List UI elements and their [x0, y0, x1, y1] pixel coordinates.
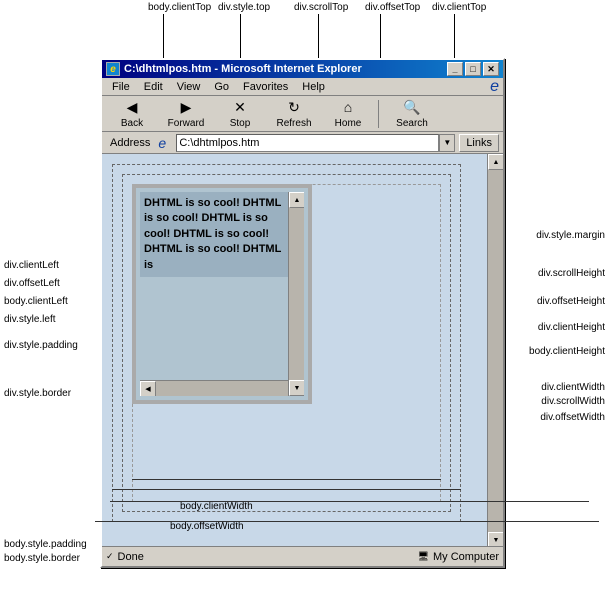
annotation-div-offset-left: div.offsetLeft	[4, 278, 60, 289]
diagram-container: body.clientTop div.style.top div.scrollT…	[0, 0, 609, 602]
scroll-up-btn[interactable]: ▲	[289, 192, 304, 208]
forward-button[interactable]: ▶ Forward	[160, 98, 212, 130]
forward-icon: ▶	[175, 98, 197, 116]
vline-div-offset-top	[380, 14, 381, 62]
menu-favorites[interactable]: Favorites	[237, 79, 294, 95]
stop-icon: ✕	[229, 98, 251, 116]
div-text-content: DHTML is so cool! DHTML is so cool! DHTM…	[140, 192, 288, 277]
ie-scrollbar-v[interactable]: ▲ ▼	[487, 154, 503, 548]
maximize-button[interactable]: □	[465, 62, 481, 76]
ie-address-bar: Address e C:\dhtmlpos.htm ▼ Links	[102, 132, 503, 154]
ie-logo: e	[490, 78, 499, 96]
computer-icon: 🖥	[418, 551, 429, 562]
ie-statusbar: ✓ Done 🖥 My Computer	[102, 546, 503, 566]
home-button[interactable]: ⌂ Home	[322, 98, 374, 130]
div-scrollbar-v[interactable]: ▲ ▼	[288, 192, 304, 396]
ie-titlebar-left: e C:\dhtmlpos.htm - Microsoft Internet E…	[106, 62, 362, 76]
annotation-div-offset-top: div.offsetTop	[365, 2, 420, 13]
scroll-track-v[interactable]	[289, 208, 304, 380]
annotation-div-style-top: div.style.top	[218, 2, 270, 13]
address-input[interactable]: C:\dhtmlpos.htm	[176, 134, 439, 152]
annotation-body-client-top: body.clientTop	[148, 2, 211, 13]
h-arrow-body-client-width	[110, 501, 589, 502]
menu-view[interactable]: View	[171, 79, 207, 95]
div-inner: ▲ ▼ ◀ ▶ DHTML is so cool! DHTML is s	[140, 192, 304, 396]
page-icon: e	[158, 135, 174, 151]
close-button[interactable]: ✕	[483, 62, 499, 76]
stop-button[interactable]: ✕ Stop	[214, 98, 266, 130]
h-measure-line-1	[132, 479, 441, 480]
annotation-div-scroll-top: div.scrollTop	[294, 2, 348, 13]
scroll-track-h[interactable]	[140, 381, 288, 396]
menu-go[interactable]: Go	[208, 79, 235, 95]
address-label: Address	[106, 137, 154, 149]
annotation-div-style-border: div.style.border	[4, 388, 71, 399]
links-button[interactable]: Links	[459, 134, 499, 152]
annotation-body-client-height: body.clientHeight	[529, 346, 605, 357]
scroll-left-btn[interactable]: ◀	[140, 381, 156, 396]
annotation-body-style-padding: body.style.padding	[4, 539, 87, 550]
scroll-down-btn[interactable]: ▼	[289, 380, 304, 396]
search-button[interactable]: 🔍 Search	[383, 98, 441, 130]
ie-title: C:\dhtmlpos.htm - Microsoft Internet Exp…	[124, 63, 362, 75]
annotation-div-client-height: div.clientHeight	[538, 322, 605, 333]
back-icon: ◀	[121, 98, 143, 116]
ie-content-inner: ▲ ▼ ◀ ▶ DHTML is so cool! DHTML is s	[102, 154, 487, 548]
vline-div-style-top	[240, 14, 241, 62]
vline-div-client-top	[454, 14, 455, 62]
annotation-div-scroll-width: div.scrollWidth	[541, 396, 605, 407]
toolbar-separator	[378, 100, 379, 128]
ie-scroll-track-v[interactable]	[488, 170, 503, 532]
annotation-div-client-left: div.clientLeft	[4, 260, 59, 271]
minimize-button[interactable]: _	[447, 62, 463, 76]
ie-titlebar: e C:\dhtmlpos.htm - Microsoft Internet E…	[102, 60, 503, 78]
menu-file[interactable]: File	[106, 79, 136, 95]
ie-scroll-up-btn[interactable]: ▲	[488, 154, 503, 170]
annotation-div-style-margin: div.style.margin	[536, 230, 605, 241]
annotation-body-client-left: body.clientLeft	[4, 296, 68, 307]
menu-help[interactable]: Help	[296, 79, 331, 95]
statusbar-right: 🖥 My Computer	[418, 551, 499, 563]
scrollable-div: ▲ ▼ ◀ ▶ DHTML is so cool! DHTML is s	[132, 184, 312, 404]
annotation-div-client-top2: div.clientTop	[432, 2, 486, 13]
ie-menubar: File Edit View Go Favorites Help e	[102, 78, 503, 96]
home-icon: ⌂	[337, 98, 359, 116]
vline-body-client-top	[163, 14, 164, 62]
annotation-div-offset-height: div.offsetHeight	[537, 296, 605, 307]
address-input-group: e C:\dhtmlpos.htm ▼	[158, 134, 455, 152]
menu-edit[interactable]: Edit	[138, 79, 169, 95]
refresh-button[interactable]: ↻ Refresh	[268, 98, 320, 130]
h-arrow-body-offset-width	[95, 521, 599, 522]
annotation-body-offset-width: body.offsetWidth	[170, 521, 244, 532]
ie-toolbar: ◀ Back ▶ Forward ✕ Stop ↻ Refresh ⌂ Home…	[102, 96, 503, 132]
status-text: Done	[118, 551, 144, 563]
annotation-div-style-left: div.style.left	[4, 314, 56, 325]
back-button[interactable]: ◀ Back	[106, 98, 158, 130]
refresh-icon: ↻	[283, 98, 305, 116]
ie-icon: e	[106, 62, 120, 76]
annotation-body-style-border: body.style.border	[4, 553, 80, 564]
zone-text: My Computer	[433, 551, 499, 563]
vline-div-scroll-top	[318, 14, 319, 62]
div-scrollbar-h[interactable]: ◀ ▶	[140, 380, 288, 396]
annotation-div-client-width: div.clientWidth	[541, 382, 605, 393]
annotation-body-client-width: body.clientWidth	[180, 501, 253, 512]
search-icon: 🔍	[401, 98, 423, 116]
annotation-div-style-padding: div.style.padding	[4, 340, 78, 351]
annotation-div-offset-width: div.offsetWidth	[540, 412, 605, 423]
ie-content: ▲ ▼ ◀ ▶ DHTML is so cool! DHTML is s	[102, 154, 503, 564]
annotation-div-scroll-height: div.scrollHeight	[538, 268, 605, 279]
address-dropdown[interactable]: ▼	[439, 134, 455, 152]
status-icon: ✓	[106, 551, 114, 562]
h-measure-line-2	[112, 489, 461, 490]
ie-titlebar-buttons[interactable]: _ □ ✕	[447, 62, 499, 76]
ie-browser-window: e C:\dhtmlpos.htm - Microsoft Internet E…	[100, 58, 505, 568]
